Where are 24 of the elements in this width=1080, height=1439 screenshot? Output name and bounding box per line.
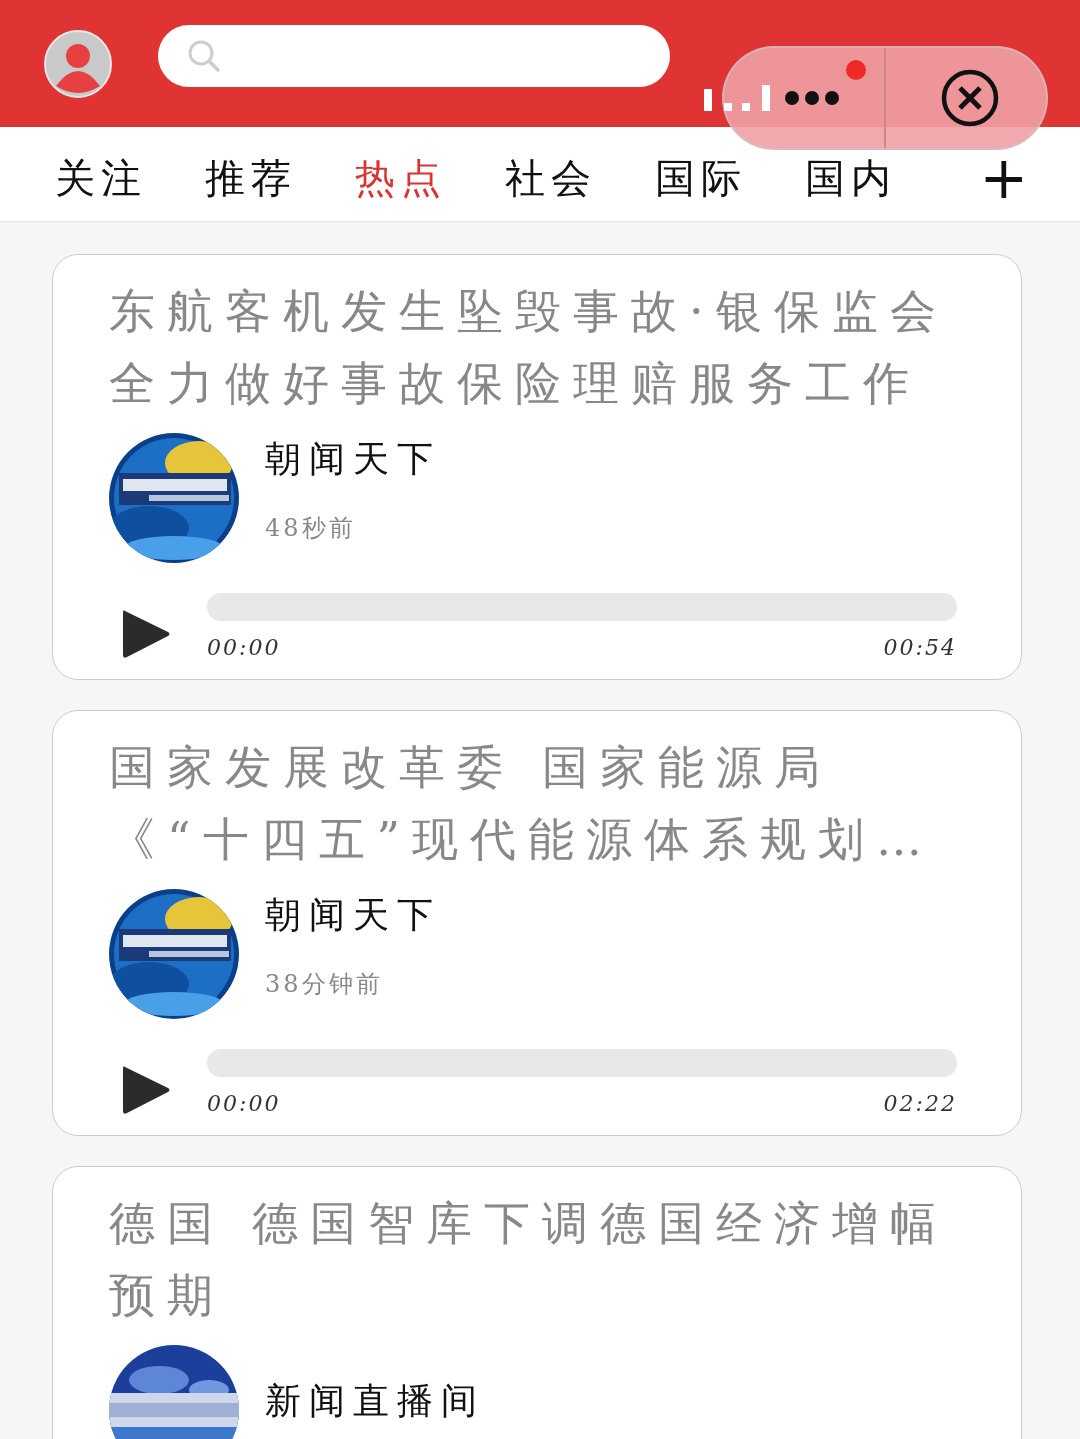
- news-title: 东航客机发生坠毁事故·银保监会全力做好事故保险理赔服务工作: [109, 283, 949, 412]
- tab[interactable]: 关注: [55, 150, 147, 206]
- source-name: 新闻直播间: [265, 1378, 485, 1423]
- news-card[interactable]: 东航客机发生坠毁事故·银保监会全力做好事故保险理赔服务工作 朝闻天下 48秒前 00:00 00:54: [52, 254, 1022, 680]
- duration-time: 02:22: [883, 1091, 957, 1116]
- duration-time: 00:54: [883, 635, 957, 660]
- avatar-icon[interactable]: [44, 29, 112, 98]
- tab[interactable]: 热点: [355, 150, 447, 206]
- tab[interactable]: 国内: [805, 150, 897, 206]
- source-name: 朝闻天下: [265, 892, 441, 937]
- post-time: 38分钟前: [265, 968, 384, 1000]
- news-card[interactable]: 国家发展改革委 国家能源局《“十四五”现代能源体系规划… 朝闻天下 38分钟前 00:00 02:22: [52, 710, 1022, 1136]
- tab[interactable]: 国际: [655, 150, 747, 206]
- source-name: 朝闻天下: [265, 436, 441, 481]
- tab[interactable]: 社会: [505, 150, 597, 206]
- elapsed-time: 00:00: [207, 1091, 281, 1116]
- news-title: 德国 德国智库下调德国经济增幅预期: [109, 1195, 949, 1324]
- tab[interactable]: 推荐: [205, 150, 297, 206]
- post-time: 48秒前: [265, 512, 357, 544]
- news-card[interactable]: 德国 德国智库下调德国经济增幅预期 新闻直播间: [52, 1166, 1022, 1439]
- close-icon[interactable]: [940, 68, 1000, 128]
- more-icon[interactable]: [784, 90, 840, 106]
- news-title: 国家发展改革委 国家能源局《“十四五”现代能源体系规划…: [109, 739, 936, 868]
- elapsed-time: 00:00: [207, 635, 281, 660]
